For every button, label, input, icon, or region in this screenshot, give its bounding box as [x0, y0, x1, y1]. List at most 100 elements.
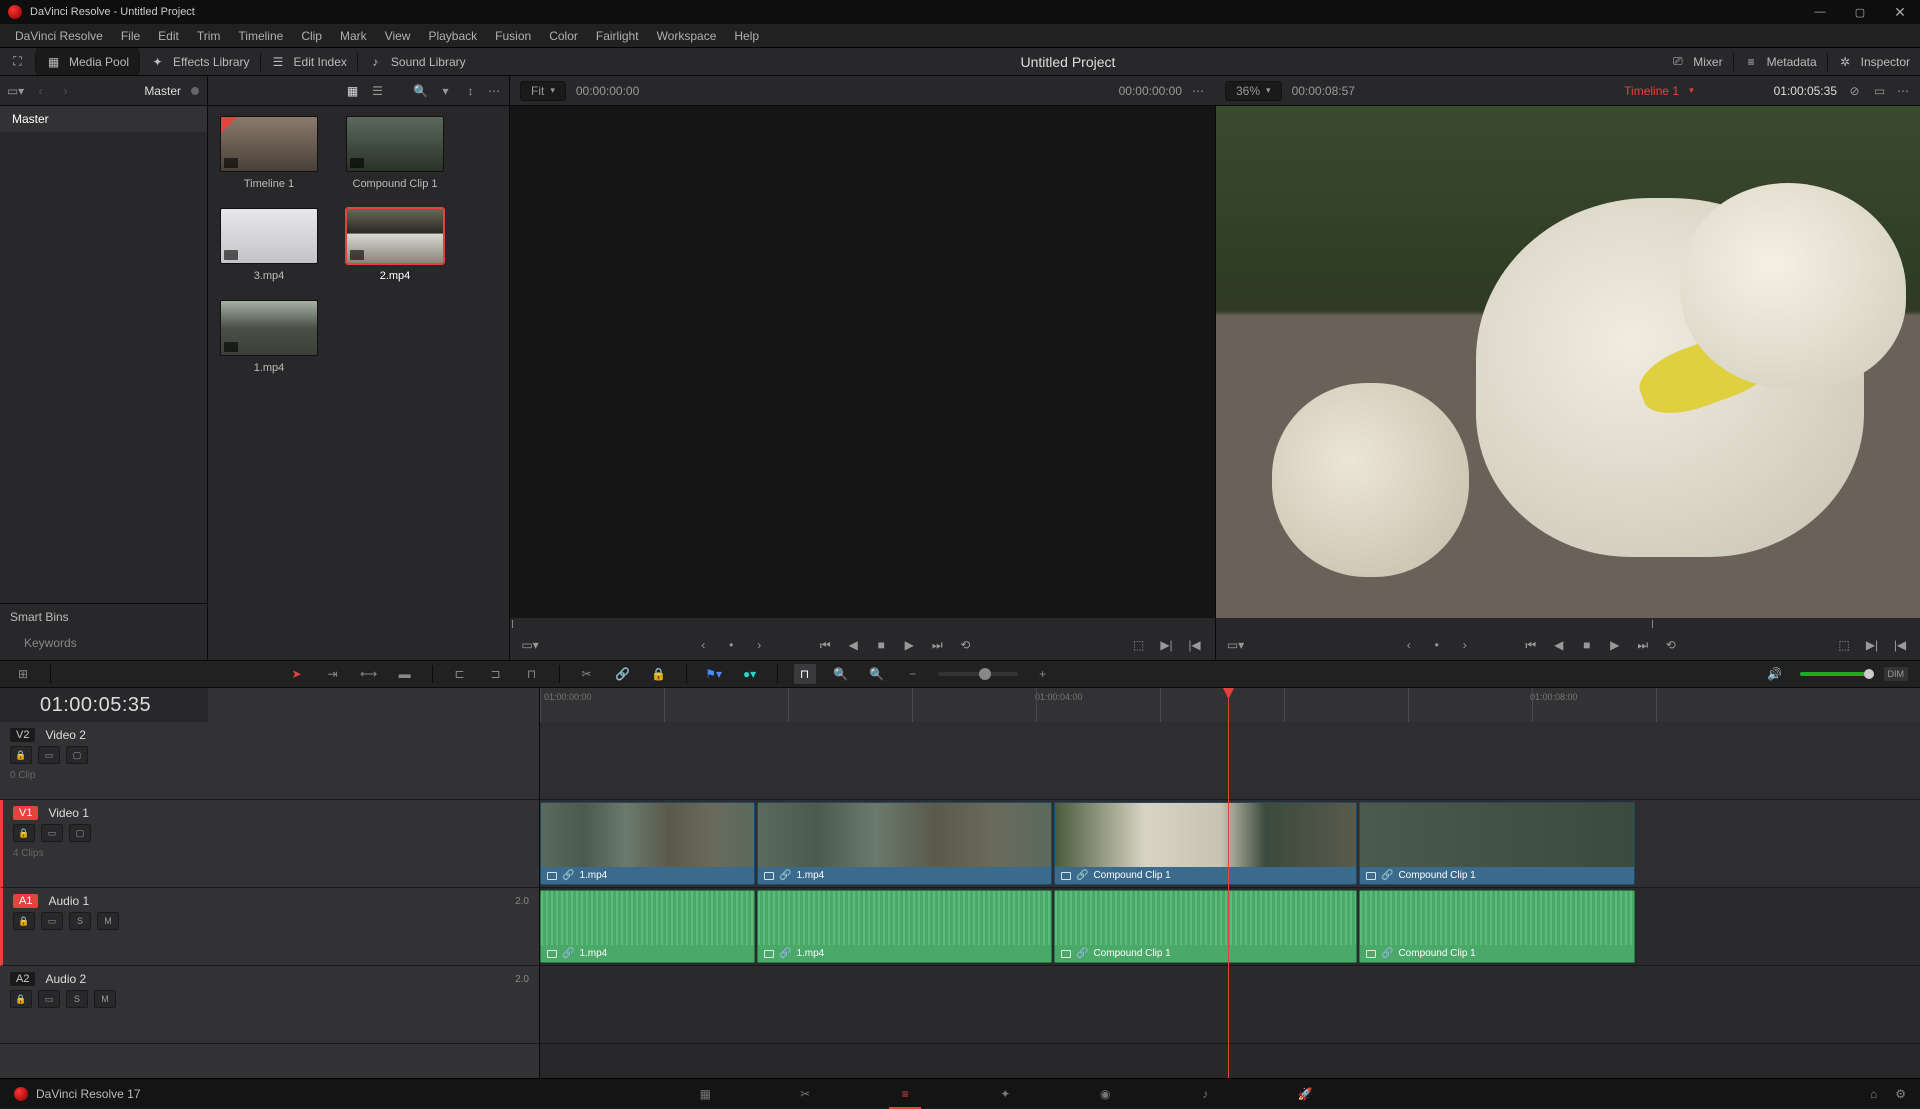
timeline-position[interactable]: 01:00:05:35 — [0, 688, 208, 722]
track-id[interactable]: V2 — [10, 728, 35, 742]
menu-item[interactable]: Fusion — [486, 29, 540, 43]
fusion-page[interactable]: ✦ — [985, 1079, 1025, 1109]
go-out-icon[interactable]: |◀ — [1890, 635, 1910, 655]
blade-icon[interactable]: ✂ — [576, 664, 598, 684]
clip-thumb[interactable] — [346, 208, 444, 264]
full-extent-zoom-icon[interactable]: 🔍 — [830, 664, 852, 684]
trim-tool[interactable]: ⇥ — [322, 664, 344, 684]
menu-item[interactable]: Help — [725, 29, 768, 43]
smart-bins-header[interactable]: Smart Bins — [0, 604, 207, 630]
clip-thumb[interactable] — [220, 208, 318, 264]
insert-clip-icon[interactable]: ⊏ — [449, 664, 471, 684]
track-name[interactable]: Audio 1 — [48, 894, 89, 908]
clip-thumb[interactable] — [220, 300, 318, 356]
track-header-a1[interactable]: 2.0 A1Audio 1 🔒▭SM — [0, 888, 539, 966]
audio-clip[interactable]: 🔗Compound Clip 1 — [1054, 890, 1357, 963]
timeline-view-options-icon[interactable]: ⊞ — [12, 664, 34, 684]
nav-fwd[interactable]: › — [58, 83, 73, 98]
clip-item[interactable]: 3.mp4 — [220, 208, 318, 282]
sound-library-toggle[interactable]: ♪Sound Library — [358, 48, 476, 75]
flag-icon[interactable]: ⚑▾ — [703, 664, 725, 684]
sort-icon[interactable]: ↕ — [463, 83, 478, 98]
menu-item[interactable]: View — [376, 29, 420, 43]
track-header-a2[interactable]: 2.0 A2Audio 2 🔒▭SM — [0, 966, 539, 1044]
go-in-icon[interactable]: ▶| — [1862, 635, 1882, 655]
lock-toggle[interactable]: 🔒 — [10, 746, 32, 764]
nav-back[interactable]: ‹ — [33, 83, 48, 98]
marker-icon[interactable]: ●▾ — [739, 664, 761, 684]
menu-item[interactable]: Timeline — [229, 29, 292, 43]
audio-clip[interactable]: 🔗Compound Clip 1 — [1359, 890, 1635, 963]
auto-select-toggle[interactable]: ▭ — [38, 990, 60, 1008]
play-button[interactable]: ▶ — [899, 635, 919, 655]
cut-page[interactable]: ✂ — [785, 1079, 825, 1109]
clip-item[interactable]: Timeline 1 — [220, 116, 318, 190]
replace-clip-icon[interactable]: ⊓ — [521, 664, 543, 684]
first-frame-button[interactable]: ⏮ — [1521, 635, 1541, 655]
track-name[interactable]: Video 1 — [48, 806, 88, 820]
disable-track-toggle[interactable]: ▢ — [66, 746, 88, 764]
timeline-ruler[interactable]: 01:00:00:00 01:00:04:00 01:00:08:00 — [540, 688, 1920, 722]
bin-path[interactable]: Master — [144, 84, 181, 98]
fairlight-page[interactable]: ♪ — [1185, 1079, 1225, 1109]
loop-button[interactable]: ⟲ — [1661, 635, 1681, 655]
dynamic-trim-tool[interactable]: ⟷ — [358, 664, 380, 684]
stop-button[interactable]: ■ — [1577, 635, 1597, 655]
overlay-mode-icon[interactable]: ⬚ — [1129, 635, 1149, 655]
prev-frame-button[interactable]: ◀ — [1549, 635, 1569, 655]
menu-item[interactable]: Playback — [419, 29, 486, 43]
auto-select-toggle[interactable]: ▭ — [41, 824, 63, 842]
menu-item[interactable]: Mark — [331, 29, 376, 43]
color-page[interactable]: ◉ — [1085, 1079, 1125, 1109]
stop-button[interactable]: ■ — [871, 635, 891, 655]
auto-select-toggle[interactable]: ▭ — [38, 746, 60, 764]
effects-library-toggle[interactable]: ✦Effects Library — [140, 48, 259, 75]
thumb-view-icon[interactable]: ▦ — [345, 83, 360, 98]
metadata-toggle[interactable]: ≡Metadata — [1734, 48, 1827, 75]
search-dropdown-icon[interactable]: ▾ — [438, 83, 453, 98]
source-options-icon[interactable]: ⋯ — [1192, 84, 1205, 98]
timeline-select[interactable]: Timeline 1 — [1624, 84, 1679, 98]
list-view-icon[interactable]: ☰ — [370, 83, 385, 98]
clip-item[interactable]: Compound Clip 1 — [346, 116, 444, 190]
prev-frame-button[interactable]: ◀ — [843, 635, 863, 655]
loop-button[interactable]: ⟲ — [955, 635, 975, 655]
play-button[interactable]: ▶ — [1605, 635, 1625, 655]
project-settings-icon[interactable]: ⚙ — [1895, 1087, 1906, 1101]
disable-track-toggle[interactable]: ▢ — [69, 824, 91, 842]
track-lane-a2[interactable] — [540, 966, 1920, 1044]
video-clip[interactable]: 🔗Compound Clip 1 — [1054, 802, 1357, 885]
timeline-options-icon[interactable]: ⋯ — [1897, 84, 1910, 98]
bin-master[interactable]: Master — [0, 106, 207, 132]
menu-item[interactable]: Edit — [149, 29, 188, 43]
track-id[interactable]: A1 — [13, 894, 38, 908]
maximize-button[interactable]: ▢ — [1840, 0, 1880, 24]
source-video[interactable] — [510, 106, 1215, 618]
go-out-icon[interactable]: |◀ — [1185, 635, 1205, 655]
media-options-icon[interactable]: ⋯ — [488, 84, 501, 98]
go-in-icon[interactable]: ▶| — [1157, 635, 1177, 655]
jog-fwd-icon[interactable]: › — [749, 635, 769, 655]
dim-toggle[interactable]: DIM — [1884, 667, 1909, 681]
zoom-in-icon[interactable]: + — [1032, 664, 1054, 684]
menu-item[interactable]: Clip — [292, 29, 331, 43]
match-frame-icon[interactable]: ▭▾ — [520, 635, 540, 655]
lock-icon[interactable]: 🔒 — [648, 664, 670, 684]
lock-toggle[interactable]: 🔒 — [13, 824, 35, 842]
video-clip[interactable]: 🔗1.mp4 — [540, 802, 755, 885]
playhead[interactable] — [1228, 722, 1229, 1078]
menu-item[interactable]: Color — [540, 29, 587, 43]
track-header-v2[interactable]: V2Video 2 🔒▭▢ 0 Clip — [0, 722, 539, 800]
track-lane-v2[interactable] — [540, 722, 1920, 800]
mute-toggle[interactable]: M — [97, 912, 119, 930]
timeline-dropdown-icon[interactable]: ▾ — [1689, 85, 1694, 96]
media-page[interactable]: ▦ — [685, 1079, 725, 1109]
track-lane-v1[interactable]: 🔗1.mp4 🔗1.mp4 🔗Compound Clip 1 🔗Compound… — [540, 800, 1920, 888]
edit-page[interactable]: ≡ — [885, 1079, 925, 1109]
jog-back-icon[interactable]: ‹ — [1399, 635, 1419, 655]
jog-back-icon[interactable]: ‹ — [693, 635, 713, 655]
clip-item[interactable]: 2.mp4 — [346, 208, 444, 282]
menu-item[interactable]: Trim — [188, 29, 230, 43]
last-frame-button[interactable]: ⏭ — [1633, 635, 1653, 655]
overwrite-clip-icon[interactable]: ⊐ — [485, 664, 507, 684]
